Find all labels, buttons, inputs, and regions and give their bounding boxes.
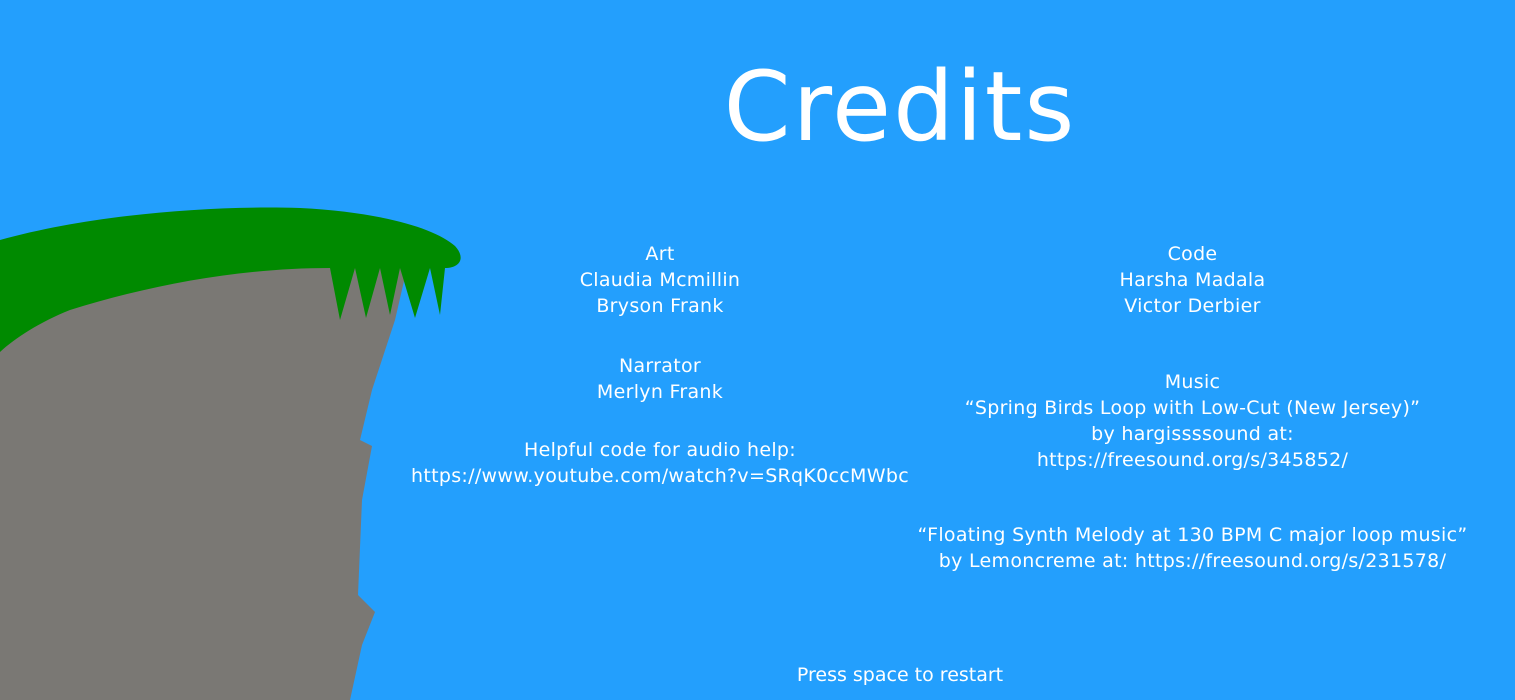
restart-prompt: Press space to restart (796, 664, 1004, 686)
music-heading: Music (1164, 371, 1221, 393)
music-track-line: https://freesound.org/s/345852/ (1036, 449, 1349, 471)
music-track-line: by Lemoncreme at: https://freesound.org/… (938, 550, 1447, 572)
music-credits: Music “Spring Birds Loop with Low-Cut (N… (880, 369, 1505, 473)
music-track-line: by hargissssound at: (1091, 423, 1294, 445)
code-name: Victor Derbier (1124, 295, 1261, 317)
music-track-line: “Spring Birds Loop with Low-Cut (New Jer… (964, 397, 1421, 419)
music-track-2: “Floating Synth Melody at 130 BPM C majo… (860, 522, 1515, 574)
code-heading: Code (1167, 243, 1218, 265)
credits-title: Credits (723, 51, 1077, 163)
code-credits: Code Harsha Madala Victor Derbier (880, 241, 1505, 319)
code-name: Harsha Madala (1119, 269, 1266, 291)
music-track-line: “Floating Synth Melody at 130 BPM C majo… (917, 524, 1468, 546)
